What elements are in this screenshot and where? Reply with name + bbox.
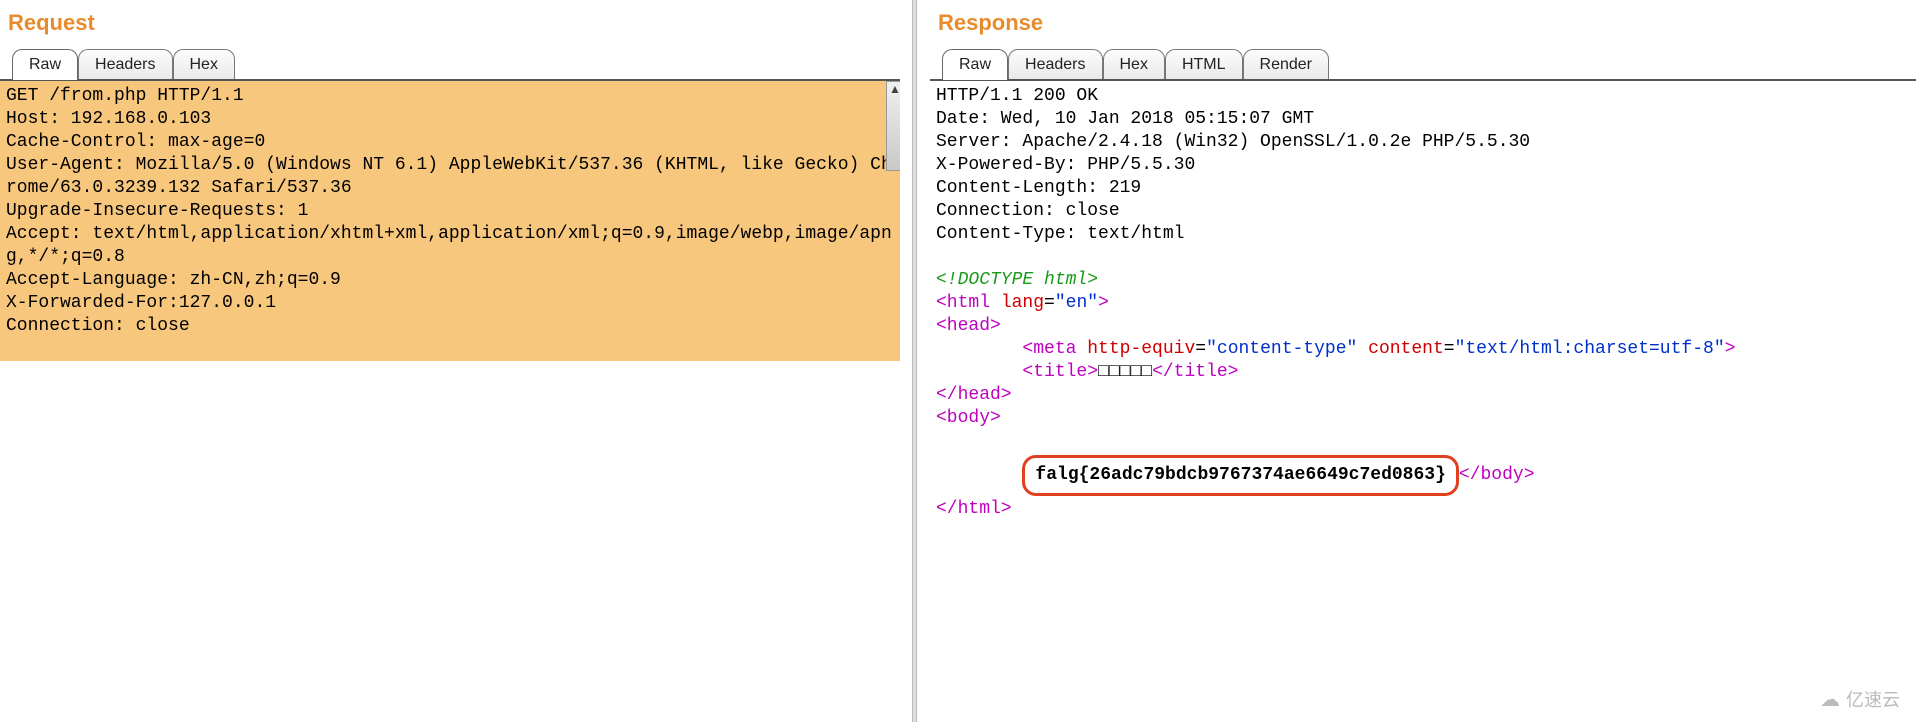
response-body-text[interactable]: HTTP/1.1 200 OKDate: Wed, 10 Jan 2018 05…: [930, 81, 1916, 525]
panel-divider[interactable]: [900, 0, 930, 722]
tab-response-headers[interactable]: Headers: [1008, 49, 1102, 80]
tab-request-hex[interactable]: Hex: [173, 49, 235, 80]
response-tabs: Raw Headers Hex HTML Render: [930, 48, 1916, 79]
tab-response-hex[interactable]: Hex: [1103, 49, 1165, 80]
tab-response-render[interactable]: Render: [1243, 49, 1329, 80]
response-title: Response: [930, 0, 1916, 48]
request-body-text[interactable]: GET /from.php HTTP/1.1 Host: 192.168.0.1…: [0, 81, 900, 361]
tab-request-raw[interactable]: Raw: [12, 49, 78, 80]
response-panel: Response Raw Headers Hex HTML Render HTT…: [930, 0, 1916, 722]
request-content: GET /from.php HTTP/1.1 Host: 192.168.0.1…: [0, 79, 900, 722]
tab-request-headers[interactable]: Headers: [78, 49, 172, 80]
tab-response-html[interactable]: HTML: [1165, 49, 1243, 80]
request-panel: Request Raw Headers Hex GET /from.php HT…: [0, 0, 900, 722]
cloud-icon: ☁: [1820, 687, 1840, 712]
request-tabs: Raw Headers Hex: [0, 48, 900, 79]
response-content: HTTP/1.1 200 OKDate: Wed, 10 Jan 2018 05…: [930, 79, 1916, 722]
request-title: Request: [0, 0, 900, 48]
watermark-label: 亿速云: [1846, 686, 1900, 712]
watermark: ☁ 亿速云: [1820, 686, 1900, 712]
tab-response-raw[interactable]: Raw: [942, 49, 1008, 80]
